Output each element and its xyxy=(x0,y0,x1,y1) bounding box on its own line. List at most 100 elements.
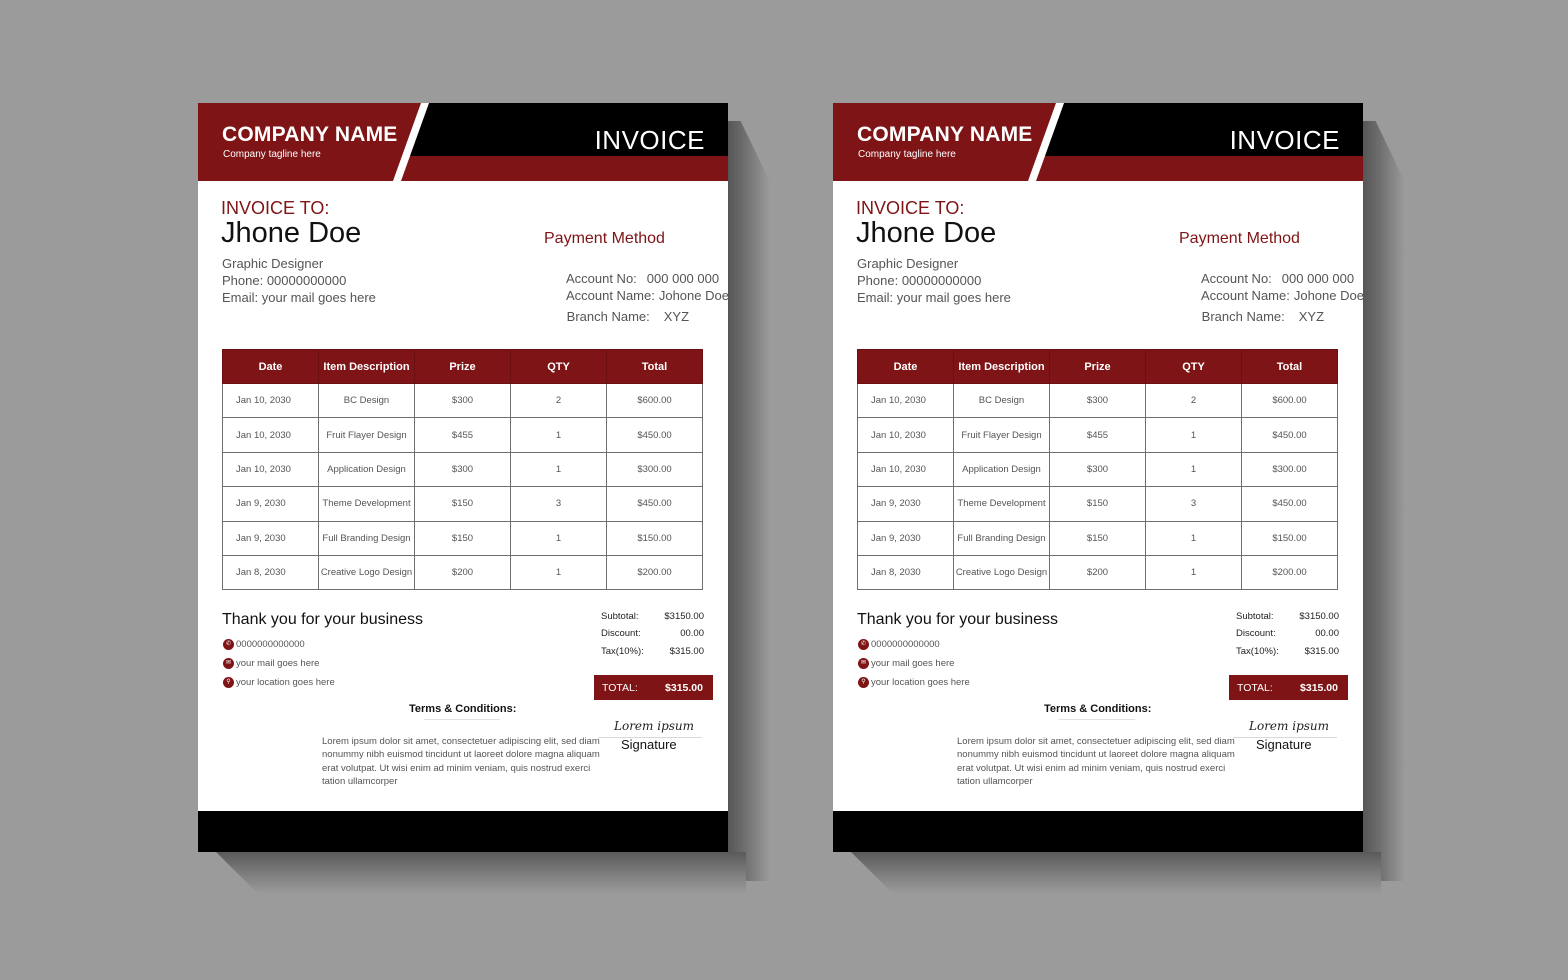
total-label: TOTAL: xyxy=(1237,681,1273,694)
tax-value: $315.00 xyxy=(669,646,704,657)
qty-cell: 1 xyxy=(510,417,607,453)
location-icon: ⚲ xyxy=(858,677,869,688)
qty-cell: 1 xyxy=(510,554,607,591)
date-cell: Jan 9, 2030 xyxy=(857,486,954,522)
qty-cell: 1 xyxy=(1145,451,1242,488)
signature-script: Lorem ipsum xyxy=(614,719,695,733)
column-header: Item Description xyxy=(953,349,1050,384)
total-cell: $200.00 xyxy=(1241,554,1338,591)
discount-label: Discount: xyxy=(1236,628,1276,639)
total-cell: $150.00 xyxy=(1241,520,1338,556)
tax-label: Tax(10%): xyxy=(1236,646,1279,657)
price-cell: $150 xyxy=(414,520,511,556)
invoice-header: COMPANY NAME Company tagline here INVOIC… xyxy=(198,103,728,181)
column-header: Total xyxy=(606,349,703,384)
footer-bar xyxy=(833,811,1363,852)
column-header: Date xyxy=(857,349,954,384)
table-row: Jan 9, 2030 Full Branding Design $150 1 $150… xyxy=(857,520,1338,556)
company-name: COMPANY NAME xyxy=(222,123,398,146)
contact-text: your location goes here xyxy=(871,677,970,688)
column-header: QTY xyxy=(1145,349,1242,384)
contact-text: 0000000000000 xyxy=(871,639,940,650)
column-header: Item Description xyxy=(318,349,415,384)
items-table: Date Item Description Prize QTY Total Jan 10… xyxy=(222,349,703,591)
table-row: Jan 10, 2030 BC Design $300 2 $600.00 xyxy=(222,382,703,419)
contact-item: ✆ 0000000000000 xyxy=(858,639,940,650)
discount-row: Discount: 00.00 xyxy=(601,628,704,639)
total-value: $315.00 xyxy=(1300,681,1338,694)
discount-value: 00.00 xyxy=(1315,628,1339,639)
table-row: Jan 10, 2030 BC Design $300 2 $600.00 xyxy=(857,382,1338,419)
qty-cell: 2 xyxy=(510,382,607,419)
description-cell: Application Design xyxy=(318,451,415,488)
total-box: TOTAL: $315.00 xyxy=(594,675,713,700)
client-role: Graphic Designer xyxy=(222,256,324,271)
subtotal-label: Subtotal: xyxy=(1236,611,1274,622)
contact-text: your location goes here xyxy=(236,677,335,688)
total-value: $315.00 xyxy=(665,681,703,694)
qty-cell: 1 xyxy=(1145,554,1242,591)
contact-item: ✉ your mail goes here xyxy=(858,658,954,669)
invoice-document-2: COMPANY NAME Company tagline here INVOIC… xyxy=(833,103,1405,894)
location-icon: ⚲ xyxy=(223,677,234,688)
price-cell: $300 xyxy=(414,451,511,488)
mail-icon: ✉ xyxy=(858,658,869,669)
branch-name-label: Branch Name: xyxy=(566,309,650,324)
invoice-title: INVOICE xyxy=(594,125,705,155)
table-row: Jan 9, 2030 Theme Development $150 3 $450.00 xyxy=(222,486,703,522)
table-body: Jan 10, 2030 BC Design $300 2 $600.00 Jan 10,… xyxy=(222,382,703,591)
description-cell: BC Design xyxy=(318,382,415,419)
total-box: TOTAL: $315.00 xyxy=(1229,675,1348,700)
price-cell: $200 xyxy=(1049,554,1146,591)
contact-text: your mail goes here xyxy=(236,658,320,669)
payment-method-title: Payment Method xyxy=(544,230,665,247)
description-cell: Theme Development xyxy=(318,486,415,522)
description-cell: Creative Logo Design xyxy=(318,554,415,591)
company-name: COMPANY NAME xyxy=(857,123,1033,146)
qty-cell: 1 xyxy=(510,520,607,556)
client-email: Email: your mail goes here xyxy=(857,290,1011,305)
table-header-row: Date Item Description Prize QTY Total xyxy=(222,349,703,384)
branch-name-value: XYZ xyxy=(1298,309,1325,324)
terms-underline xyxy=(1059,719,1135,720)
total-cell: $300.00 xyxy=(606,451,703,488)
client-name: Jhone Doe xyxy=(856,217,997,249)
signature-label: Signature xyxy=(621,737,677,752)
invoice-page: COMPANY NAME Company tagline here INVOIC… xyxy=(198,103,728,852)
description-cell: Fruit Flayer Design xyxy=(953,417,1050,453)
table-body: Jan 10, 2030 BC Design $300 2 $600.00 Jan 10,… xyxy=(857,382,1338,591)
price-cell: $455 xyxy=(1049,417,1146,453)
date-cell: Jan 10, 2030 xyxy=(222,382,319,419)
description-cell: Application Design xyxy=(953,451,1050,488)
phone-icon: ✆ xyxy=(858,639,869,650)
qty-cell: 3 xyxy=(1145,486,1242,522)
date-cell: Jan 10, 2030 xyxy=(857,417,954,453)
invoice-header: COMPANY NAME Company tagline here INVOIC… xyxy=(833,103,1363,181)
contact-item: ✆ 0000000000000 xyxy=(223,639,305,650)
table-row: Jan 10, 2030 Application Design $300 1 $300.… xyxy=(857,451,1338,488)
price-cell: $300 xyxy=(414,382,511,419)
client-phone: Phone: 00000000000 xyxy=(222,273,347,288)
table-row: Jan 10, 2030 Fruit Flayer Design $455 1 $450… xyxy=(222,417,703,453)
terms-underline xyxy=(424,719,500,720)
table-row: Jan 9, 2030 Full Branding Design $150 1 $150… xyxy=(222,520,703,556)
total-cell: $450.00 xyxy=(1241,417,1338,453)
invoice-title: INVOICE xyxy=(1229,125,1340,155)
qty-cell: 1 xyxy=(510,451,607,488)
company-tagline: Company tagline here xyxy=(858,149,956,160)
client-phone: Phone: 00000000000 xyxy=(857,273,982,288)
description-cell: Full Branding Design xyxy=(953,520,1050,556)
total-cell: $600.00 xyxy=(1241,382,1338,419)
contact-item: ✉ your mail goes here xyxy=(223,658,319,669)
subtotal-value: $3150.00 xyxy=(664,611,704,622)
table-header-row: Date Item Description Prize QTY Total xyxy=(857,349,1338,384)
tax-row: Tax(10%): $315.00 xyxy=(1236,646,1339,657)
contact-item: ⚲ your location goes here xyxy=(858,677,970,688)
branch-name-label: Branch Name: xyxy=(1201,309,1285,324)
mail-icon: ✉ xyxy=(223,658,234,669)
date-cell: Jan 10, 2030 xyxy=(222,451,319,488)
column-header: Date xyxy=(222,349,319,384)
branch-name: Branch Name: XYZ xyxy=(545,294,689,339)
description-cell: BC Design xyxy=(953,382,1050,419)
thank-you-note: Thank you for your business xyxy=(222,611,423,628)
